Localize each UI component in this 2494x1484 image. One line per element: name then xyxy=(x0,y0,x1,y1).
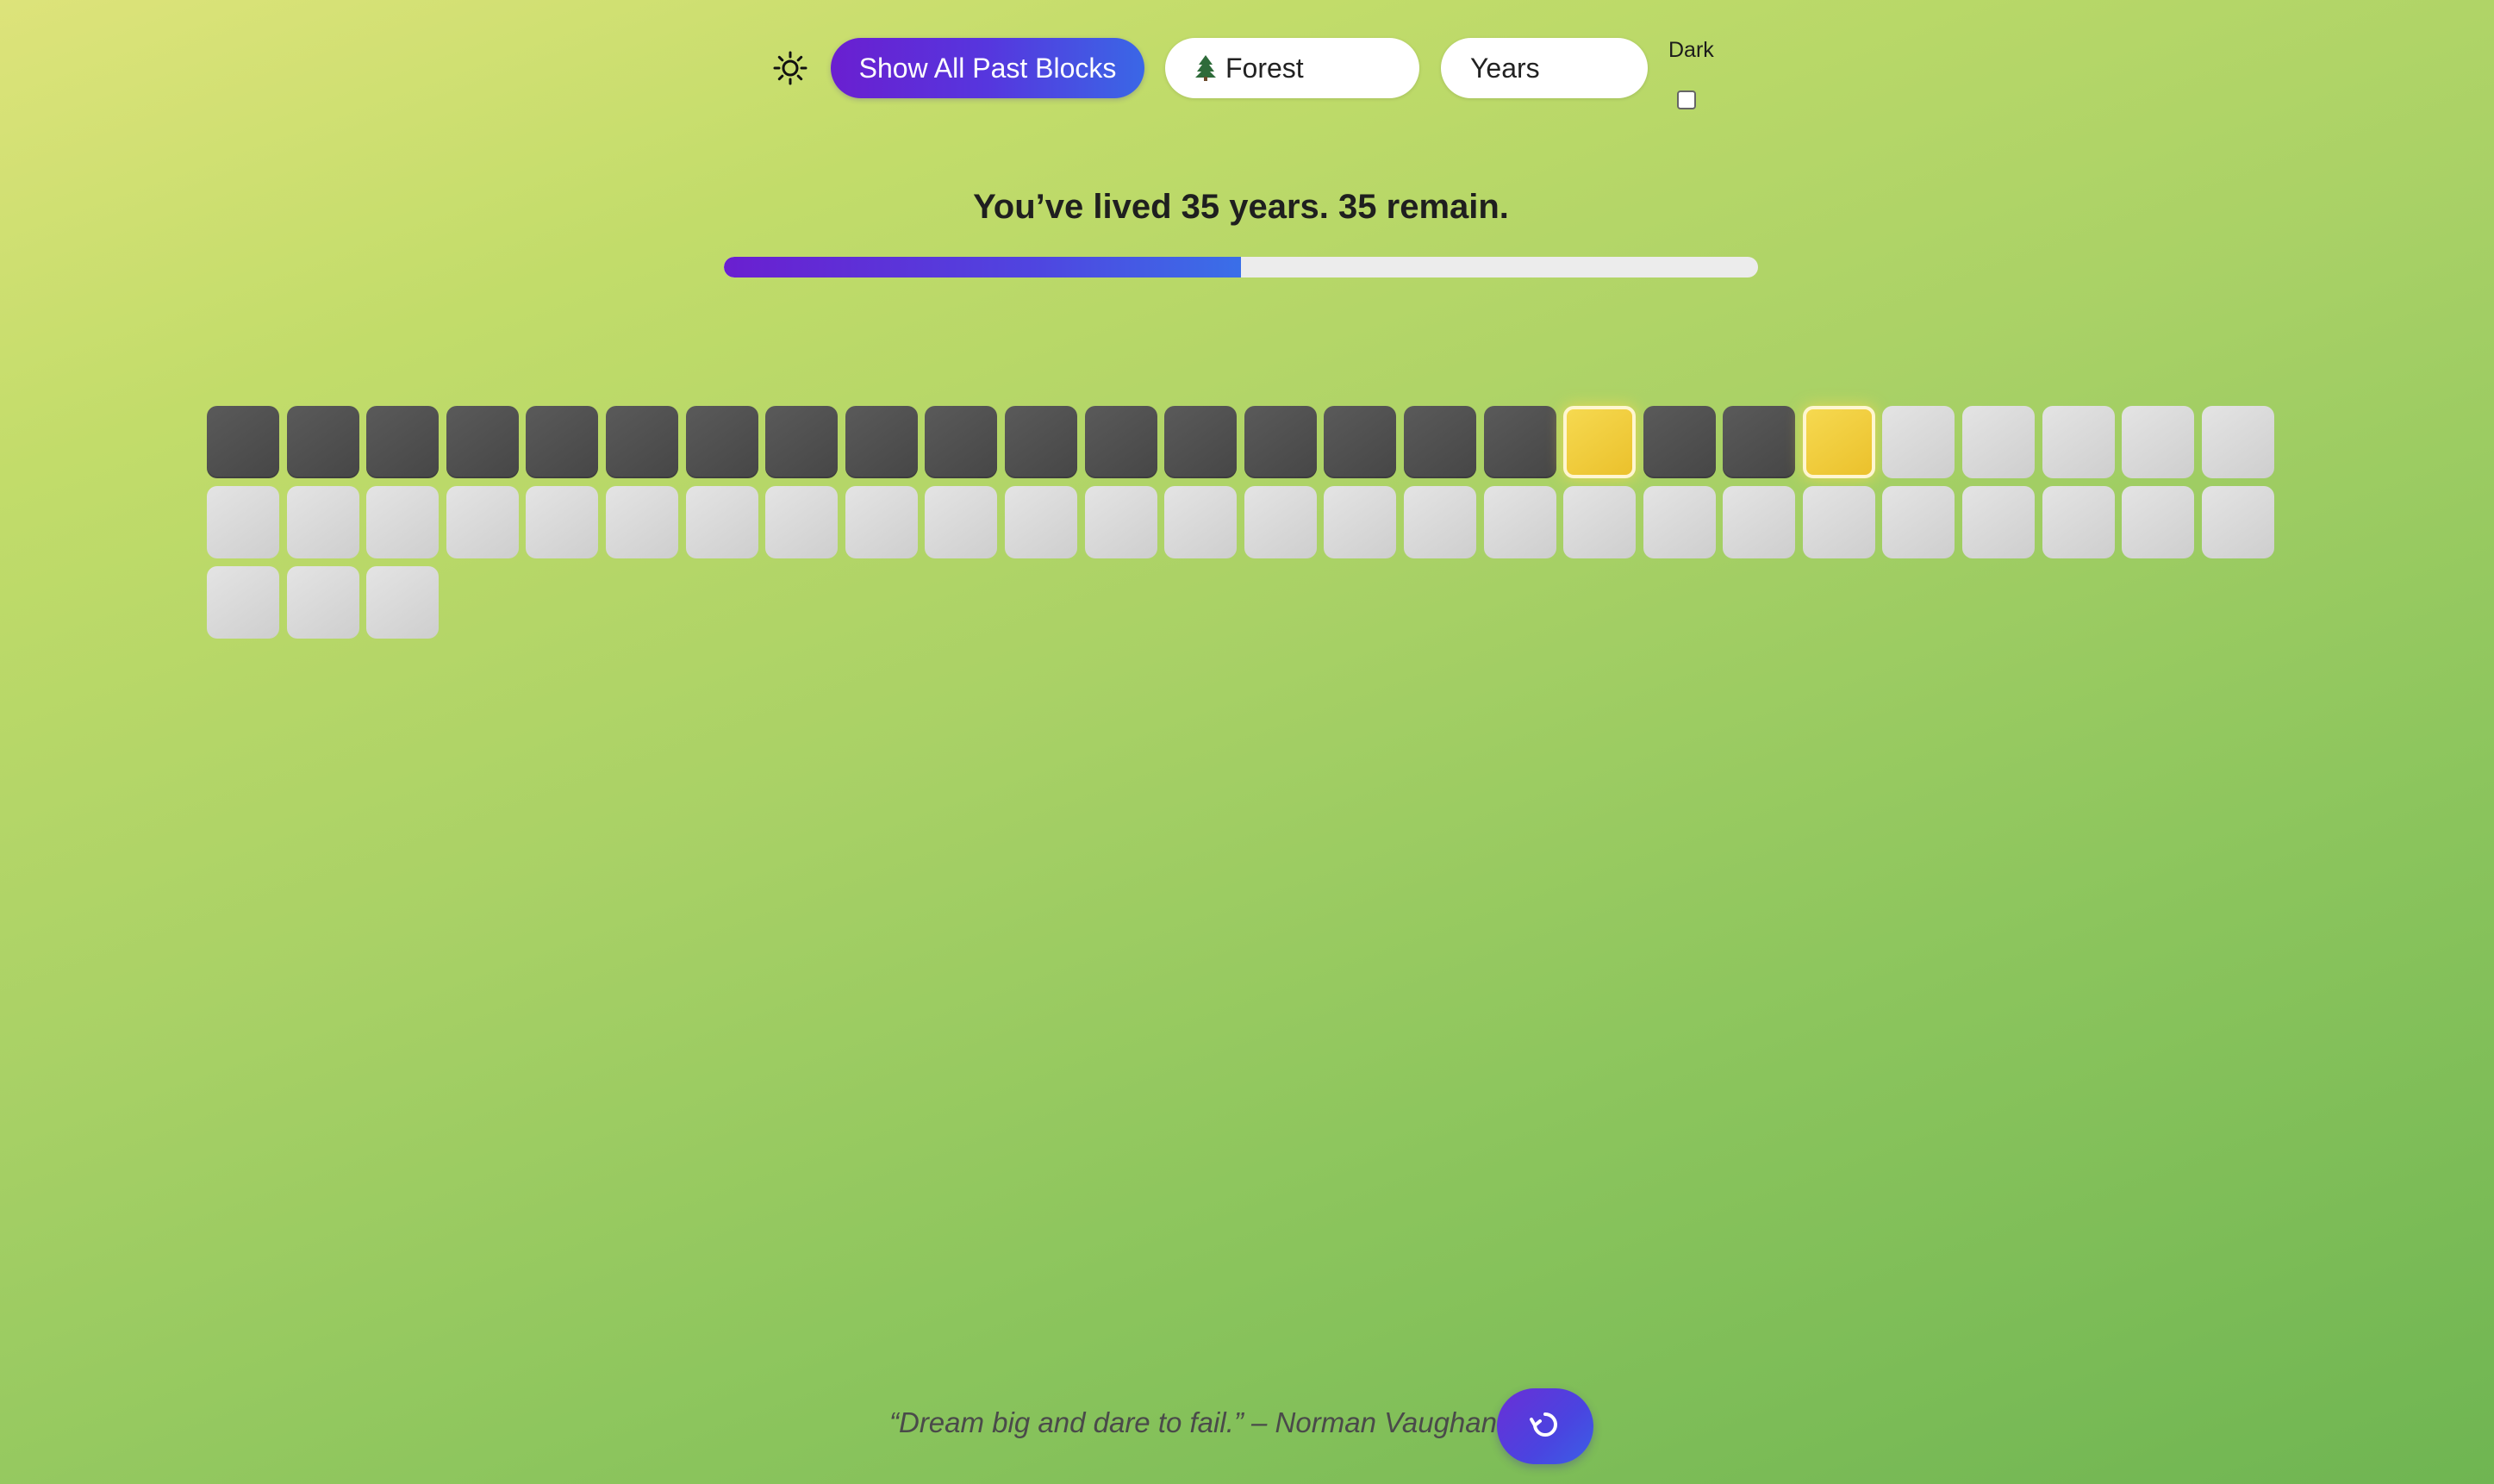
life-block-future[interactable] xyxy=(1643,486,1716,558)
life-block-lived[interactable] xyxy=(1403,406,1476,478)
life-summary-text: You’ve lived 35 years. 35 remain. xyxy=(973,188,1509,226)
life-block-future[interactable] xyxy=(2122,486,2195,558)
life-block-future[interactable] xyxy=(2042,406,2115,478)
theme-toggle-button[interactable] xyxy=(770,48,810,88)
refresh-quote-button[interactable] xyxy=(1497,1388,1593,1464)
life-block-future[interactable] xyxy=(845,486,918,558)
life-block-lived[interactable] xyxy=(605,406,678,478)
life-block-lived[interactable] xyxy=(207,406,279,478)
show-all-past-blocks-button[interactable]: Show All Past Blocks xyxy=(831,38,1144,98)
life-block-lived[interactable] xyxy=(765,406,839,478)
life-block-lived[interactable] xyxy=(1244,406,1317,478)
quote-text: “Dream big and dare to fail.” – Norman V… xyxy=(889,1406,1497,1438)
life-block-future[interactable] xyxy=(1324,486,1397,558)
life-block-future[interactable] xyxy=(2201,486,2274,558)
life-progress-fill xyxy=(724,257,1241,277)
life-block-lived[interactable] xyxy=(1643,406,1716,478)
life-block-future[interactable] xyxy=(1962,486,2036,558)
life-block-highlight[interactable] xyxy=(1802,406,1875,478)
life-block-lived[interactable] xyxy=(1004,406,1077,478)
life-block-future[interactable] xyxy=(1563,486,1637,558)
evergreen-tree-icon xyxy=(1195,55,1216,81)
life-block-future[interactable] xyxy=(925,486,998,558)
theme-select[interactable]: Forest xyxy=(1165,38,1419,98)
life-block-future[interactable] xyxy=(286,566,359,639)
life-block-future[interactable] xyxy=(765,486,839,558)
life-block-future[interactable] xyxy=(1882,486,1955,558)
life-block-lived[interactable] xyxy=(685,406,758,478)
life-block-lived[interactable] xyxy=(526,406,599,478)
life-block-future[interactable] xyxy=(1483,486,1556,558)
life-progress-bar xyxy=(724,257,1758,277)
life-block-lived[interactable] xyxy=(925,406,998,478)
life-block-future[interactable] xyxy=(2122,406,2195,478)
life-block-future[interactable] xyxy=(1962,406,2036,478)
life-block-future[interactable] xyxy=(605,486,678,558)
life-block-future[interactable] xyxy=(685,486,758,558)
life-block-lived[interactable] xyxy=(366,406,440,478)
life-block-future[interactable] xyxy=(366,486,440,558)
life-block-future[interactable] xyxy=(286,486,359,558)
life-block-future[interactable] xyxy=(207,486,279,558)
life-block-lived[interactable] xyxy=(1483,406,1556,478)
dark-mode-checkbox[interactable] xyxy=(1677,90,1696,109)
life-block-future[interactable] xyxy=(2201,406,2274,478)
life-block-lived[interactable] xyxy=(1084,406,1157,478)
life-block-future[interactable] xyxy=(1164,486,1238,558)
life-block-future[interactable] xyxy=(366,566,440,639)
dark-mode-label: Dark xyxy=(1668,38,1714,62)
life-block-future[interactable] xyxy=(446,486,519,558)
life-block-future[interactable] xyxy=(526,486,599,558)
life-block-future[interactable] xyxy=(2042,486,2115,558)
refresh-icon xyxy=(1530,1412,1557,1437)
life-block-lived[interactable] xyxy=(286,406,359,478)
life-block-highlight[interactable] xyxy=(1563,406,1637,478)
life-block-grid xyxy=(207,406,2279,639)
life-block-future[interactable] xyxy=(1802,486,1875,558)
life-block-future[interactable] xyxy=(1882,406,1955,478)
life-block-future[interactable] xyxy=(1403,486,1476,558)
life-block-lived[interactable] xyxy=(446,406,519,478)
life-block-lived[interactable] xyxy=(845,406,918,478)
unit-select[interactable]: Years xyxy=(1441,38,1648,98)
life-block-lived[interactable] xyxy=(1723,406,1796,478)
life-block-future[interactable] xyxy=(1004,486,1077,558)
life-block-future[interactable] xyxy=(207,566,279,639)
toolbar: Show All Past Blocks Forest Years Dark xyxy=(0,0,2494,138)
life-block-future[interactable] xyxy=(1244,486,1317,558)
life-block-lived[interactable] xyxy=(1164,406,1238,478)
life-block-future[interactable] xyxy=(1084,486,1157,558)
sun-icon xyxy=(773,51,807,85)
life-block-future[interactable] xyxy=(1723,486,1796,558)
life-block-lived[interactable] xyxy=(1324,406,1397,478)
theme-select-value: Forest xyxy=(1225,52,1304,84)
unit-select-value: Years xyxy=(1470,52,1540,84)
